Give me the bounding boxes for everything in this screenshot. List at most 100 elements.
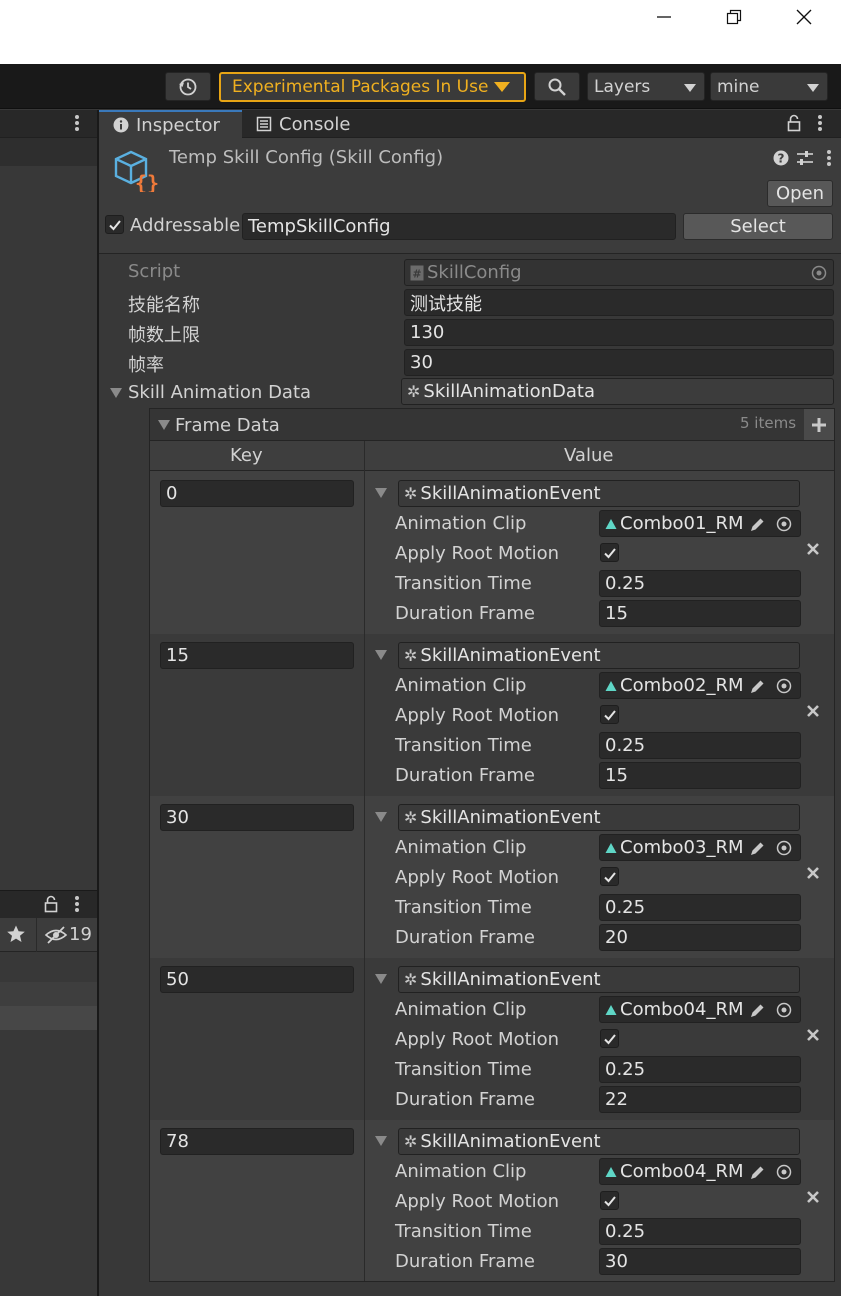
- minimize-button[interactable]: [641, 4, 687, 30]
- lock-icon[interactable]: [44, 895, 58, 913]
- frame-data-list: Frame Data 5 items Key Value 0 ✲ SkillAn…: [149, 408, 835, 1282]
- inspector-menu-icon[interactable]: [818, 115, 822, 133]
- frame-data-column-header: Key Value: [150, 441, 834, 471]
- remove-item-icon[interactable]: [806, 1028, 820, 1042]
- layout-dropdown[interactable]: mine: [710, 72, 828, 101]
- duration-frame-field[interactable]: 15: [599, 600, 801, 627]
- animation-clip-value: Combo01_RM: [620, 513, 744, 534]
- transition-time-field[interactable]: 0.25: [599, 732, 801, 759]
- chevron-down-icon: [807, 84, 819, 92]
- object-picker-icon[interactable]: [776, 840, 792, 856]
- list-item-selected[interactable]: [0, 1006, 97, 1030]
- layers-dropdown[interactable]: Layers: [587, 72, 705, 101]
- help-icon[interactable]: ?: [773, 150, 789, 166]
- frame-rate-field[interactable]: 30: [404, 349, 834, 376]
- managed-reference-icon: ✲: [407, 382, 421, 401]
- addressable-checkbox[interactable]: [105, 215, 124, 234]
- pencil-edit-icon[interactable]: [748, 1164, 766, 1182]
- skill-name-field[interactable]: 测试技能: [404, 289, 834, 316]
- apply-root-motion-checkbox[interactable]: [600, 867, 619, 886]
- address-field[interactable]: TempSkillConfig: [242, 213, 676, 240]
- pencil-edit-icon[interactable]: [748, 516, 766, 534]
- frame-limit-field[interactable]: 130: [404, 319, 834, 346]
- key-field[interactable]: 78: [160, 1128, 354, 1155]
- list-item[interactable]: [0, 982, 97, 1006]
- duration-frame-field[interactable]: 20: [599, 924, 801, 951]
- open-button[interactable]: Open: [767, 180, 833, 207]
- key-value: 15: [166, 645, 189, 666]
- pencil-edit-icon[interactable]: [748, 840, 766, 858]
- foldout-arrow-icon[interactable]: [375, 1136, 387, 1146]
- foldout-arrow-icon[interactable]: [158, 420, 170, 430]
- foldout-arrow-icon[interactable]: [375, 974, 387, 984]
- transition-time-field[interactable]: 0.25: [599, 894, 801, 921]
- experimental-packages-button[interactable]: Experimental Packages In Use: [219, 72, 526, 102]
- key-field[interactable]: 0: [160, 480, 354, 507]
- checkmark-icon: [108, 219, 121, 230]
- pencil-edit-icon[interactable]: [748, 678, 766, 696]
- transition-time-label: Transition Time: [395, 1221, 532, 1242]
- foldout-arrow-icon[interactable]: [375, 650, 387, 660]
- remove-item-icon[interactable]: [806, 542, 820, 556]
- hidden-eye-icon[interactable]: [44, 925, 68, 945]
- search-button[interactable]: [534, 72, 580, 101]
- duration-frame-label: Duration Frame: [395, 1089, 535, 1110]
- select-button[interactable]: Select: [683, 213, 833, 240]
- address-value: TempSkillConfig: [248, 216, 391, 237]
- key-field[interactable]: 50: [160, 966, 354, 993]
- foldout-arrow-icon[interactable]: [375, 488, 387, 498]
- animation-clip-field[interactable]: Combo03_RM: [599, 834, 801, 861]
- apply-root-motion-checkbox[interactable]: [600, 543, 619, 562]
- transition-time-field[interactable]: 0.25: [599, 1218, 801, 1245]
- duration-frame-field[interactable]: 30: [599, 1248, 801, 1275]
- panel-menu-icon[interactable]: [75, 115, 79, 133]
- remove-item-icon[interactable]: [806, 1190, 820, 1204]
- component-menu-icon[interactable]: [827, 150, 831, 168]
- animation-clip-icon: [605, 1166, 617, 1177]
- managed-reference-icon: ✲: [404, 484, 418, 503]
- object-picker-icon[interactable]: [776, 1164, 792, 1180]
- apply-root-motion-checkbox[interactable]: [600, 1191, 619, 1210]
- svg-text:?: ?: [778, 152, 785, 166]
- window-title-bar: [0, 0, 841, 64]
- remove-item-icon[interactable]: [806, 866, 820, 880]
- key-field[interactable]: 30: [160, 804, 354, 831]
- left-upper-panel-toolbar: [0, 138, 97, 166]
- favorites-star-icon[interactable]: [6, 924, 26, 944]
- tab-console[interactable]: Console: [242, 110, 372, 138]
- history-button[interactable]: [165, 72, 211, 101]
- tab-inspector[interactable]: Inspector: [99, 110, 242, 138]
- pencil-edit-icon[interactable]: [748, 1002, 766, 1020]
- object-picker-icon[interactable]: [776, 678, 792, 694]
- script-label: Script: [128, 261, 181, 282]
- animation-clip-field[interactable]: Combo04_RM: [599, 1158, 801, 1185]
- apply-root-motion-checkbox[interactable]: [600, 1029, 619, 1048]
- key-field[interactable]: 15: [160, 642, 354, 669]
- object-picker-icon[interactable]: [776, 1002, 792, 1018]
- duration-frame-field[interactable]: 15: [599, 762, 801, 789]
- animation-clip-field[interactable]: Combo01_RM: [599, 510, 801, 537]
- transition-time-field[interactable]: 0.25: [599, 1056, 801, 1083]
- apply-root-motion-checkbox[interactable]: [600, 705, 619, 724]
- transition-time-label: Transition Time: [395, 573, 532, 594]
- animation-clip-label: Animation Clip: [395, 513, 527, 534]
- object-picker-icon[interactable]: [776, 516, 792, 532]
- remove-item-icon[interactable]: [806, 704, 820, 718]
- svg-text:#: #: [412, 267, 421, 280]
- table-row: 50 ✲ SkillAnimationEvent Animation Clip …: [150, 958, 834, 1120]
- foldout-arrow-icon[interactable]: [110, 388, 122, 398]
- add-item-button[interactable]: [804, 409, 834, 440]
- animation-clip-field[interactable]: Combo02_RM: [599, 672, 801, 699]
- transition-time-field[interactable]: 0.25: [599, 570, 801, 597]
- duration-frame-field[interactable]: 22: [599, 1086, 801, 1113]
- panel-menu-icon[interactable]: [75, 896, 79, 914]
- skill-name-label: 技能名称: [128, 295, 200, 316]
- lock-icon[interactable]: [787, 114, 801, 132]
- duration-frame-label: Duration Frame: [395, 603, 535, 624]
- preset-sliders-icon[interactable]: [796, 149, 814, 167]
- foldout-arrow-icon[interactable]: [375, 812, 387, 822]
- animation-clip-field[interactable]: Combo04_RM: [599, 996, 801, 1023]
- restore-button[interactable]: [711, 4, 757, 30]
- transition-time-value: 0.25: [605, 1059, 646, 1080]
- close-window-button[interactable]: [781, 4, 827, 30]
